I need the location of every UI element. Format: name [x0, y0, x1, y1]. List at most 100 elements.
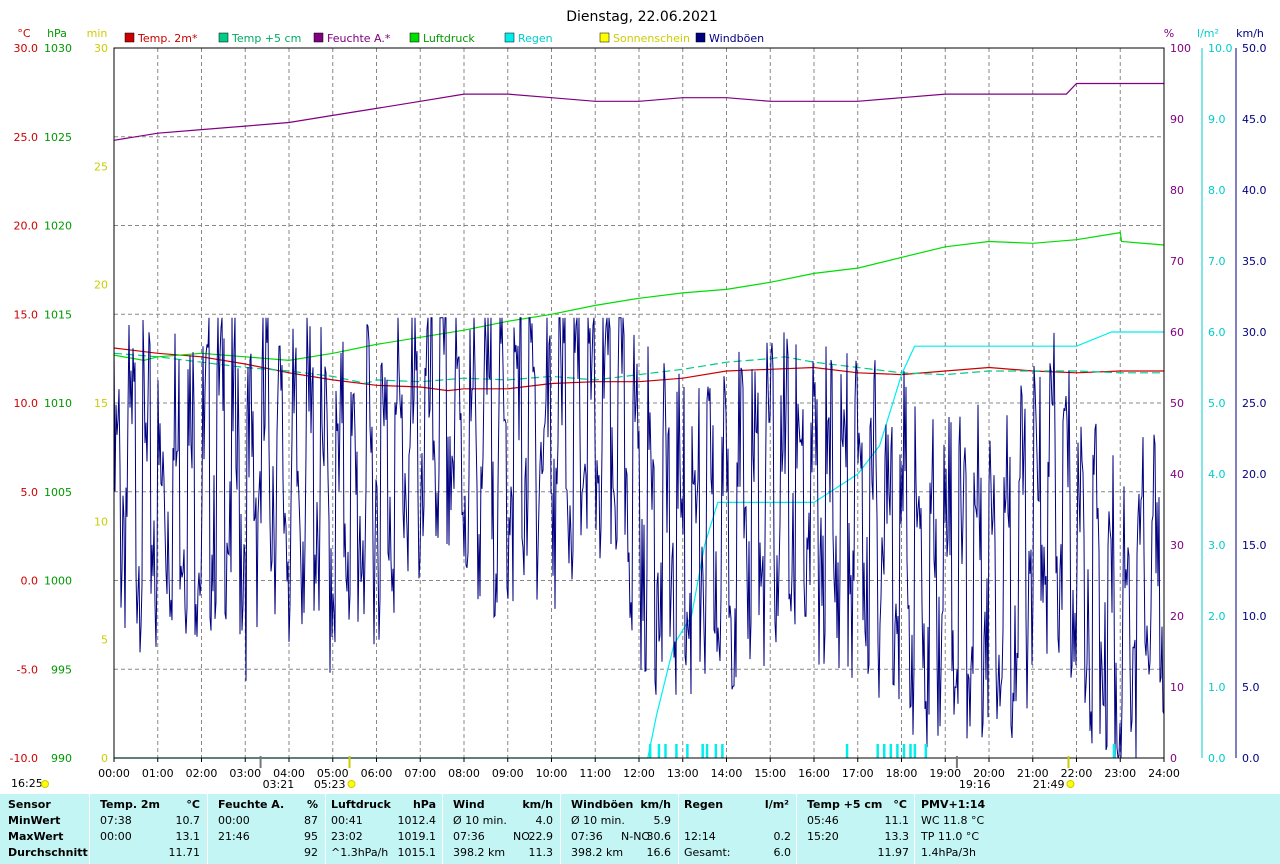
stats-row: 07:38 10.7	[90, 813, 208, 829]
tick-label-wind: 30.0	[1242, 326, 1267, 339]
tick-label-rain: 9.0	[1208, 113, 1226, 126]
stats-row: TP 11.0 °C	[915, 829, 1280, 845]
axis-unit-hum: %	[1164, 27, 1174, 40]
tick-label-rain: 7.0	[1208, 255, 1226, 268]
legend: Temp. 2m* Temp +5 cm Feuchte A.* Luftdruck R…	[124, 32, 764, 45]
tick-label-wind: 20.0	[1242, 468, 1267, 481]
tick-label-press: 1000	[44, 575, 72, 588]
x-tick-label: 03:00	[229, 767, 261, 780]
stats-row: 05:46 11.1	[797, 813, 915, 829]
stats-header-label: Wind	[453, 798, 485, 811]
tick-label-hum: 60	[1170, 326, 1184, 339]
stats-header-unit: °C	[893, 798, 907, 811]
axis-unit-wind: km/h	[1236, 27, 1264, 40]
tick-label-hum: 100	[1170, 42, 1191, 55]
tick-label-rain: 10.0	[1208, 42, 1233, 55]
stats-cell: Gesamt:	[684, 846, 731, 859]
tick-label-temp: 30.0	[14, 42, 39, 55]
axis-unit-temp: °C	[17, 27, 31, 40]
x-tick-label: 06:00	[361, 767, 393, 780]
sun-icon	[41, 780, 49, 788]
stats-header: Sensor	[0, 797, 89, 813]
statistics-panel: Sensor MinWert MaxWert Durchschnitt Temp. 2m…	[0, 794, 1280, 864]
x-tick-label: 22:00	[1061, 767, 1093, 780]
sun-icon	[1066, 780, 1075, 788]
stats-cell: 23:02	[331, 830, 363, 843]
stats-row: Ø 10 min. 4.0	[443, 813, 561, 829]
stats-row: ^1.3hPa/h 1015.1	[326, 845, 443, 861]
stats-row	[679, 813, 797, 829]
corner-time: 16:25	[11, 777, 43, 790]
x-tick-label: 12:00	[623, 767, 655, 780]
stats-block: Sensor MinWert MaxWert Durchschnitt	[0, 794, 89, 864]
stats-cell: 1015.1	[397, 846, 437, 859]
tick-label-hum: 40	[1170, 468, 1184, 481]
x-tick-label: 00:00	[98, 767, 130, 780]
legend-label: Feuchte A.*	[327, 32, 391, 45]
rain-event-mark	[883, 744, 886, 758]
x-tick-label: 02:00	[186, 767, 218, 780]
tick-label-press: 1030	[44, 42, 72, 55]
stats-cell: 13.1	[175, 830, 201, 843]
stats-cell: 00:41	[331, 814, 363, 827]
legend-label: Sonnenschein	[613, 32, 690, 45]
marker-time-extra_left: 03:21	[263, 778, 295, 791]
stats-header-unit: l/m²	[764, 798, 789, 811]
x-tick-label: 17:00	[842, 767, 874, 780]
tick-label-wind: 50.0	[1242, 42, 1267, 55]
legend-label: Windböen	[709, 32, 764, 45]
x-tick-label: 07:00	[404, 767, 436, 780]
tick-label-sun: 15	[94, 397, 108, 410]
stats-header-label: Temp. 2m	[100, 798, 160, 811]
tick-label-temp: 5.0	[21, 486, 39, 499]
stats-cell: 22.9	[528, 830, 554, 843]
stats-header: Wind km/h	[443, 797, 561, 813]
stats-row: 398.2 km 11.3	[443, 845, 561, 861]
tick-label-temp: 25.0	[14, 131, 39, 144]
grid	[114, 48, 1164, 758]
legend-swatch	[313, 32, 324, 43]
axis-unit-sun: min	[87, 27, 108, 40]
stats-row: 1.4hPa/3h	[915, 845, 1280, 861]
legend-swatch	[504, 32, 515, 43]
tick-label-sun: 5	[101, 634, 108, 647]
stats-row: 92	[208, 845, 326, 861]
stats-header: Regen l/m²	[679, 797, 797, 813]
rain-event-mark	[714, 744, 718, 758]
stats-cell: 5.9	[653, 814, 672, 827]
tick-label-hum: 0	[1170, 752, 1177, 765]
stats-block: PMV+1:14 WC 11.8 °C TP 11.0 °C 1.4hPa/3h	[914, 794, 1280, 864]
stats-cell: Ø 10 min.	[571, 814, 625, 827]
stats-header-label: Feuchte A.	[218, 798, 285, 811]
stats-cell: 0.2	[773, 830, 792, 843]
tick-label-sun: 25	[94, 160, 108, 173]
rain-event-mark	[705, 744, 709, 758]
tick-label-rain: 3.0	[1208, 539, 1226, 552]
x-tick-label: 10:00	[536, 767, 568, 780]
tick-label-sun: 20	[94, 279, 108, 292]
stats-cell: 398.2 km	[453, 846, 506, 859]
tick-label-hum: 50	[1170, 397, 1184, 410]
stats-row: 11.97	[797, 845, 915, 861]
tick-label-wind: 40.0	[1242, 184, 1267, 197]
stats-cell: NO	[513, 830, 530, 843]
stats-cell: 1019.1	[397, 830, 437, 843]
rain-event-mark	[675, 744, 678, 758]
tick-label-wind: 10.0	[1242, 610, 1267, 623]
stats-cell: 12:14	[684, 830, 716, 843]
tick-label-hum: 80	[1170, 184, 1184, 197]
rain-event-mark	[664, 744, 667, 758]
stats-header: Windböen km/h	[561, 797, 679, 813]
stats-cell: 4.0	[535, 814, 554, 827]
tick-label-rain: 0.0	[1208, 752, 1226, 765]
stats-block: Temp. 2m °C 07:38 10.7 00:00 13.1 11.71	[89, 794, 208, 864]
x-tick-label: 11:00	[579, 767, 611, 780]
tick-label-temp: 0.0	[21, 575, 39, 588]
stats-header: Temp +5 cm °C	[797, 797, 915, 813]
x-tick-label: 19:00	[929, 767, 961, 780]
stats-header-label: Windböen	[571, 798, 634, 811]
stats-cell: WC 11.8 °C	[921, 814, 985, 827]
tick-label-rain: 4.0	[1208, 468, 1226, 481]
x-tick-label: 18:00	[886, 767, 918, 780]
weather-chart: Dienstag, 22.06.2021 Temp. 2m* Temp +5 cm…	[10, 9, 1267, 791]
